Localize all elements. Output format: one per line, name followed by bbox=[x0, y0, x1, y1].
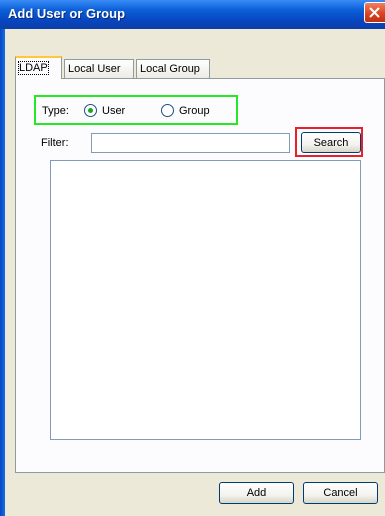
add-button[interactable]: Add bbox=[219, 482, 294, 504]
tab-label: LDAP bbox=[18, 61, 49, 75]
cancel-button[interactable]: Cancel bbox=[303, 482, 378, 504]
tab-local-user[interactable]: Local User bbox=[64, 59, 134, 78]
tab-local-group[interactable]: Local Group bbox=[136, 59, 210, 78]
radio-label-user: User bbox=[102, 105, 126, 117]
window-title: Add User or Group bbox=[8, 6, 126, 21]
radio-user[interactable]: User bbox=[84, 104, 139, 118]
radio-label-group: Group bbox=[179, 105, 210, 117]
search-button[interactable]: Search bbox=[301, 132, 361, 153]
radio-button-user[interactable] bbox=[84, 104, 97, 117]
title-bar[interactable]: Add User or Group bbox=[0, 0, 385, 29]
close-icon bbox=[369, 7, 380, 18]
radio-button-group[interactable] bbox=[161, 104, 174, 117]
filter-input[interactable] bbox=[91, 133, 290, 153]
filter-label: Filter: bbox=[41, 137, 69, 149]
tab-label: Local Group bbox=[140, 63, 200, 75]
type-label: Type: bbox=[42, 105, 69, 117]
results-list[interactable] bbox=[50, 160, 361, 440]
tab-label: Local User bbox=[68, 63, 121, 75]
dialog-body: LDAP Local User Local Group Type: User G… bbox=[5, 29, 385, 516]
close-button[interactable] bbox=[364, 2, 385, 23]
add-user-or-group-dialog: Add User or Group LDAP Local User Local … bbox=[0, 0, 385, 516]
radio-group[interactable]: Group bbox=[161, 104, 226, 118]
radio-selected-dot bbox=[88, 108, 93, 113]
type-selector: Type: User Group bbox=[34, 95, 238, 125]
tab-ldap[interactable]: LDAP bbox=[15, 56, 62, 79]
